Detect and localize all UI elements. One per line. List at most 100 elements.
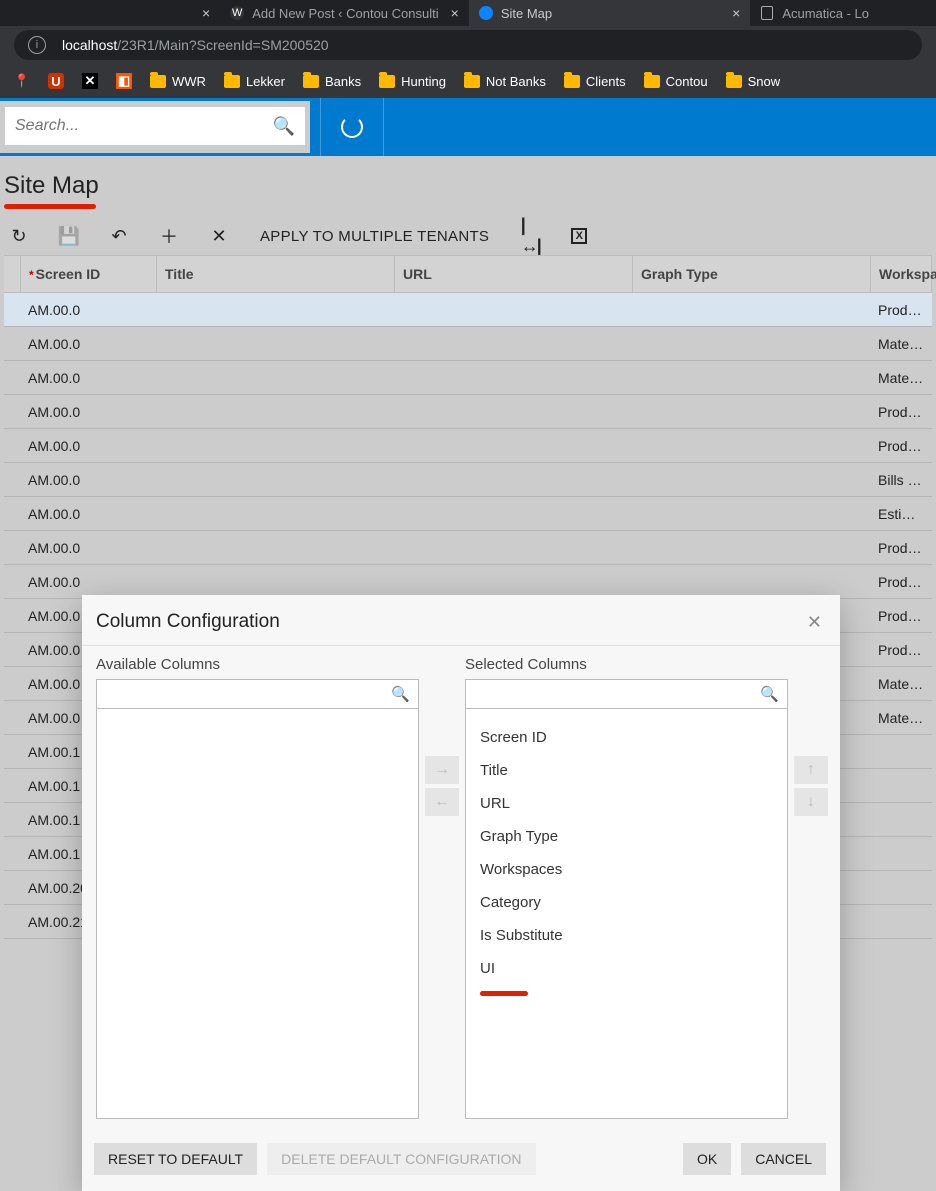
address-input[interactable]: i localhost/23R1/Main?ScreenId=SM200520: [14, 30, 922, 60]
list-item[interactable]: Graph Type: [480, 820, 773, 853]
move-right-button[interactable]: →: [425, 756, 459, 784]
table-row[interactable]: AM.00.0 Productio: [4, 429, 932, 463]
list-item[interactable]: URL: [480, 787, 773, 820]
grid-header: *Screen ID Title URL Graph Type Workspac: [4, 255, 932, 293]
col-header-graph-type[interactable]: Graph Type: [633, 256, 871, 292]
bookmark-x[interactable]: ✕: [82, 73, 98, 89]
ok-button[interactable]: OK: [683, 1143, 731, 1175]
selected-columns-list[interactable]: Screen IDTitleURLGraph TypeWorkspacesCat…: [465, 709, 788, 1119]
cell-workspaces[interactable]: Productio: [870, 642, 932, 658]
cell-screen-id[interactable]: AM.00.0: [20, 404, 156, 420]
table-row[interactable]: AM.00.0 Estimatin: [4, 497, 932, 531]
export-button[interactable]: X: [571, 228, 587, 244]
delete-default-config-button[interactable]: DELETE DEFAULT CONFIGURATION: [267, 1143, 535, 1175]
cell-workspaces[interactable]: Productio: [870, 404, 932, 420]
cell-screen-id[interactable]: AM.00.0: [20, 370, 156, 386]
tab-label: Acumatica - Lo: [782, 6, 869, 21]
list-item[interactable]: Workspaces: [480, 853, 773, 886]
cell-workspaces[interactable]: Productio: [870, 540, 932, 556]
list-item[interactable]: UI: [480, 952, 773, 985]
search-input[interactable]: [15, 117, 255, 135]
folder-icon: [224, 75, 240, 88]
col-header-screen-id[interactable]: *Screen ID: [21, 256, 157, 292]
move-down-button[interactable]: ↓: [794, 788, 828, 816]
global-search[interactable]: 🔍: [5, 107, 305, 145]
move-up-button[interactable]: ↑: [794, 756, 828, 784]
col-header-workspaces[interactable]: Workspac: [871, 256, 932, 292]
available-columns-list[interactable]: [96, 709, 419, 1119]
table-row[interactable]: AM.00.0 Productio: [4, 395, 932, 429]
search-icon[interactable]: 🔍: [391, 685, 410, 703]
search-icon[interactable]: 🔍: [273, 116, 295, 137]
col-header-title[interactable]: Title: [157, 256, 395, 292]
bookmark-folder-clients[interactable]: Clients: [564, 74, 626, 89]
cell-screen-id[interactable]: AM.00.0: [20, 574, 156, 590]
tab-close-prev[interactable]: ×: [180, 0, 220, 26]
cell-workspaces[interactable]: Material: [870, 336, 932, 352]
refresh-button[interactable]: ↻: [10, 227, 28, 245]
bookmark-folder-lekker[interactable]: Lekker: [224, 74, 285, 89]
close-icon[interactable]: ✕: [807, 612, 822, 633]
table-row[interactable]: AM.00.0 Material: [4, 361, 932, 395]
list-item[interactable]: Screen ID: [480, 721, 773, 754]
cell-screen-id[interactable]: AM.00.0: [20, 438, 156, 454]
undo-button[interactable]: ↶: [110, 227, 128, 245]
table-row[interactable]: AM.00.0 Material: [4, 327, 932, 361]
cell-workspaces[interactable]: Material: [870, 710, 932, 726]
folder-icon: [726, 75, 742, 88]
bookmark-folder-wwr[interactable]: WWR: [150, 74, 206, 89]
site-info-icon[interactable]: i: [28, 36, 46, 54]
folder-icon: [564, 75, 580, 88]
search-icon[interactable]: 🔍: [760, 685, 779, 703]
cell-screen-id[interactable]: AM.00.0: [20, 302, 156, 318]
cell-screen-id[interactable]: AM.00.0: [20, 336, 156, 352]
col-header-url[interactable]: URL: [395, 256, 633, 292]
close-icon[interactable]: ×: [202, 5, 210, 21]
add-button[interactable]: ＋: [160, 227, 178, 245]
browser-tab-1[interactable]: W Add New Post ‹ Contou Consulti ×: [220, 0, 469, 26]
table-row[interactable]: AM.00.0 Productio: [4, 293, 932, 327]
bookmark-folder-banks[interactable]: Banks: [303, 74, 361, 89]
refresh-panel[interactable]: [320, 98, 384, 156]
list-item[interactable]: Is Substitute: [480, 919, 773, 952]
reset-to-default-button[interactable]: RESET TO DEFAULT: [94, 1143, 257, 1175]
cell-workspaces[interactable]: Bills of M: [870, 472, 932, 488]
bookmark-folder-snow[interactable]: Snow: [726, 74, 781, 89]
fit-columns-button[interactable]: |↔|: [521, 227, 539, 245]
cell-screen-id[interactable]: AM.00.0: [20, 472, 156, 488]
delete-button[interactable]: ✕: [210, 227, 228, 245]
available-search[interactable]: 🔍: [96, 679, 419, 709]
folder-icon: [464, 75, 480, 88]
list-item[interactable]: Title: [480, 754, 773, 787]
table-row[interactable]: AM.00.0 Productio: [4, 531, 932, 565]
cell-workspaces[interactable]: Productio: [870, 302, 932, 318]
close-icon[interactable]: ×: [732, 5, 740, 21]
cell-workspaces[interactable]: Productio: [870, 438, 932, 454]
close-icon[interactable]: ×: [451, 5, 459, 21]
list-item[interactable]: Category: [480, 886, 773, 919]
bookmark-shield[interactable]: U: [48, 73, 64, 89]
cell-workspaces[interactable]: Material: [870, 370, 932, 386]
spinner-icon: [341, 116, 363, 138]
table-row[interactable]: AM.00.0 Bills of M: [4, 463, 932, 497]
cell-workspaces[interactable]: Productio: [870, 574, 932, 590]
address-bar: i localhost/23R1/Main?ScreenId=SM200520: [0, 26, 936, 64]
bookmark-folder-hunting[interactable]: Hunting: [379, 74, 446, 89]
apply-tenants-button[interactable]: APPLY TO MULTIPLE TENANTS: [260, 228, 489, 245]
browser-tab-3[interactable]: Acumatica - Lo: [750, 0, 879, 26]
cancel-button[interactable]: CANCEL: [741, 1143, 826, 1175]
bookmark-orange[interactable]: ◧: [116, 73, 132, 89]
selected-search[interactable]: 🔍: [465, 679, 788, 709]
cell-screen-id[interactable]: AM.00.0: [20, 540, 156, 556]
cell-workspaces[interactable]: Estimatin: [870, 506, 932, 522]
cell-workspaces[interactable]: Productio: [870, 608, 932, 624]
move-left-button[interactable]: ←: [425, 788, 459, 816]
browser-tab-2[interactable]: Site Map ×: [469, 0, 751, 26]
bookmark-folder-notbanks[interactable]: Not Banks: [464, 74, 546, 89]
bookmark-folder-contou[interactable]: Contou: [644, 74, 708, 89]
save-button[interactable]: 💾: [60, 227, 78, 245]
bookmark-pin[interactable]: 📍: [14, 73, 30, 89]
table-row[interactable]: AM.00.0 Productio: [4, 565, 932, 599]
cell-workspaces[interactable]: Material: [870, 676, 932, 692]
cell-screen-id[interactable]: AM.00.0: [20, 506, 156, 522]
